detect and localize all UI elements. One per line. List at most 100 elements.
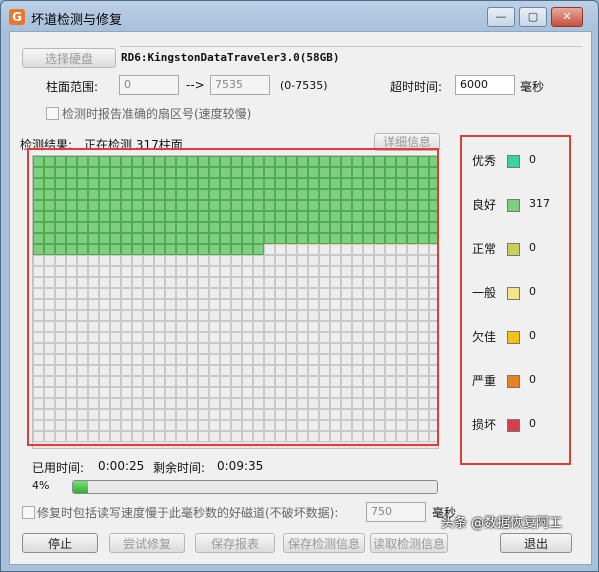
cylinder-cell	[88, 244, 99, 255]
cylinder-cell	[33, 332, 44, 343]
cylinder-cell	[143, 376, 154, 387]
cylinder-cell	[198, 156, 209, 167]
cylinder-cell	[308, 431, 319, 442]
cylinder-cell	[121, 321, 132, 332]
cylinder-cell	[341, 222, 352, 233]
legend-color-swatch	[507, 155, 520, 168]
range-end-input[interactable]: 7535	[210, 75, 270, 95]
cylinder-cell	[44, 321, 55, 332]
cylinder-cell	[242, 310, 253, 321]
cylinder-cell	[396, 398, 407, 409]
legend-count: 0	[529, 153, 536, 166]
cylinder-cell	[176, 156, 187, 167]
cylinder-cell	[319, 387, 330, 398]
cylinder-cell	[66, 321, 77, 332]
maximize-button[interactable]: ▢	[519, 7, 547, 27]
cylinder-cell	[55, 420, 66, 431]
cylinder-cell	[121, 244, 132, 255]
cylinder-cell	[396, 365, 407, 376]
try-repair-button[interactable]: 尝试修复	[109, 533, 185, 553]
cylinder-cell	[286, 398, 297, 409]
minimize-button[interactable]: —	[487, 7, 515, 27]
cylinder-cell	[66, 332, 77, 343]
cylinder-cell	[88, 288, 99, 299]
cylinder-cell	[330, 211, 341, 222]
cylinder-cell	[231, 420, 242, 431]
load-detection-info-button[interactable]: 读取检测信息	[370, 533, 448, 553]
cylinder-cell	[352, 365, 363, 376]
cylinder-cell	[66, 156, 77, 167]
cylinder-cell	[385, 167, 396, 178]
cylinder-cell	[319, 409, 330, 420]
cylinder-cell	[275, 189, 286, 200]
range-start-input[interactable]: 0	[119, 75, 179, 95]
cylinder-cell	[418, 354, 429, 365]
cylinder-cell	[110, 409, 121, 420]
cylinder-cell	[121, 332, 132, 343]
cylinder-cell	[165, 343, 176, 354]
cylinder-cell	[66, 266, 77, 277]
cylinder-cell	[319, 310, 330, 321]
cylinder-cell	[165, 255, 176, 266]
cylinder-cell	[275, 255, 286, 266]
cylinder-cell	[44, 354, 55, 365]
cylinder-cell	[385, 277, 396, 288]
cylinder-cell	[297, 156, 308, 167]
cylinder-cell	[88, 255, 99, 266]
cylinder-map-grid	[32, 155, 439, 449]
cylinder-cell	[341, 233, 352, 244]
cylinder-cell	[187, 288, 198, 299]
cylinder-cell	[176, 266, 187, 277]
legend-label: 欠佳	[472, 330, 497, 344]
remaining-label: 剩余时间:	[153, 461, 206, 475]
select-disk-button[interactable]: 选择硬盘	[22, 48, 116, 68]
cylinder-cell	[264, 277, 275, 288]
remaining-value: 0:09:35	[217, 459, 264, 473]
cylinder-cell	[99, 365, 110, 376]
details-button[interactable]: 详细信息	[374, 133, 440, 151]
cylinder-cell	[407, 321, 418, 332]
cylinder-cell	[88, 431, 99, 442]
cylinder-cell	[55, 365, 66, 376]
cylinder-cell	[99, 343, 110, 354]
cylinder-cell	[407, 387, 418, 398]
cylinder-cell	[352, 167, 363, 178]
cylinder-cell	[77, 211, 88, 222]
cylinder-cell	[121, 277, 132, 288]
close-button[interactable]: ✕	[551, 7, 583, 27]
cylinder-cell	[352, 255, 363, 266]
cylinder-cell	[121, 156, 132, 167]
cylinder-cell	[165, 222, 176, 233]
cylinder-cell	[154, 255, 165, 266]
cylinder-cell	[286, 431, 297, 442]
exit-button[interactable]: 退出	[500, 533, 572, 553]
cylinder-cell	[429, 420, 438, 431]
repair-slow-checkbox[interactable]	[22, 506, 35, 519]
cylinder-cell	[418, 222, 429, 233]
cylinder-cell	[77, 178, 88, 189]
cylinder-cell	[66, 189, 77, 200]
cylinder-cell	[363, 398, 374, 409]
timeout-input[interactable]: 6000	[455, 75, 515, 95]
cylinder-cell	[33, 255, 44, 266]
cylinder-cell	[429, 321, 438, 332]
cylinder-cell	[55, 255, 66, 266]
repair-threshold-input[interactable]: 750	[366, 502, 426, 522]
cylinder-cell	[308, 156, 319, 167]
cylinder-cell	[176, 354, 187, 365]
cylinder-cell	[341, 277, 352, 288]
cylinder-cell	[77, 200, 88, 211]
cylinder-cell	[374, 178, 385, 189]
save-report-button[interactable]: 保存报表	[195, 533, 275, 553]
cylinder-cell	[88, 376, 99, 387]
cylinder-cell	[220, 387, 231, 398]
stop-button[interactable]: 停止	[22, 533, 98, 553]
cylinder-cell	[121, 398, 132, 409]
save-detection-info-button[interactable]: 保存检测信息	[283, 533, 365, 553]
cylinder-cell	[374, 167, 385, 178]
cylinder-cell	[275, 354, 286, 365]
cylinder-cell	[308, 420, 319, 431]
cylinder-cell	[220, 354, 231, 365]
cylinder-cell	[242, 233, 253, 244]
report-sector-checkbox[interactable]	[46, 107, 59, 120]
